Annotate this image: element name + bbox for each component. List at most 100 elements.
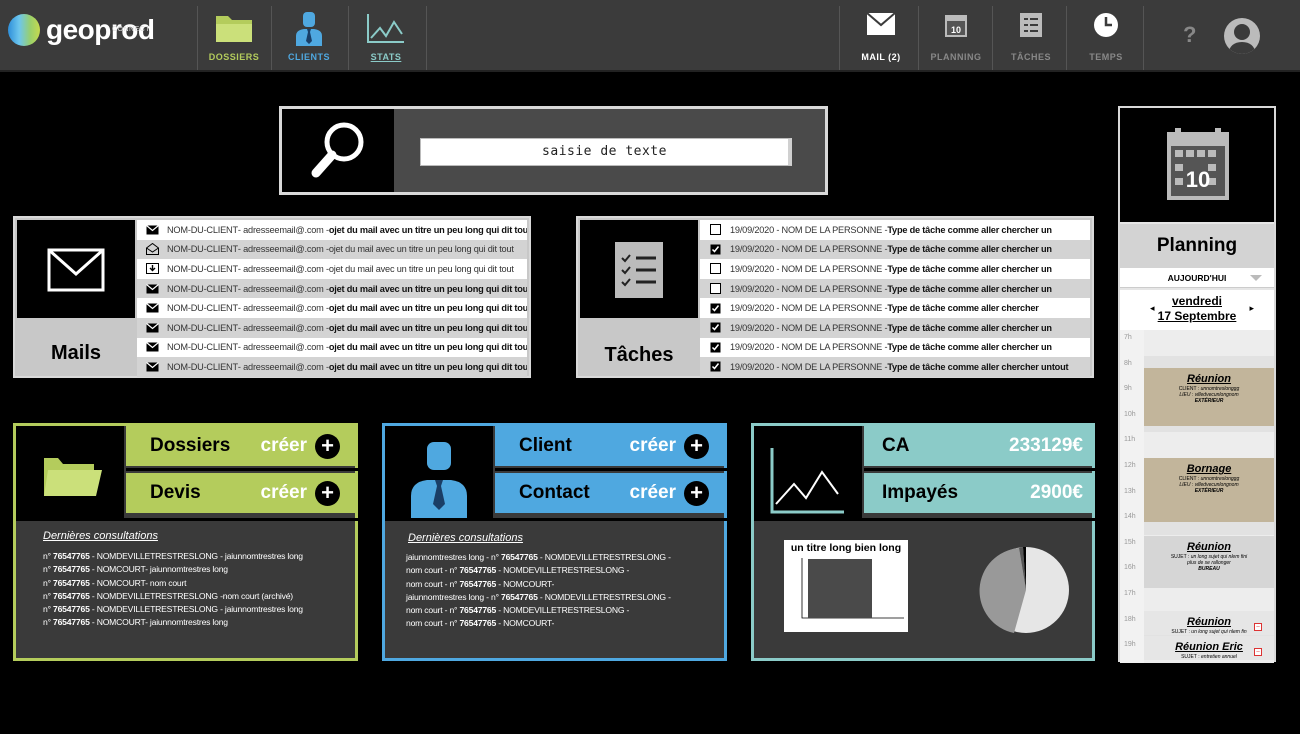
consultation-item[interactable]: nom court - n° 76547765 - NOMCOURT- [406, 578, 671, 591]
planning-sidebar: 10 Planning AUJOURD'HUI ◂ vendredi 17 Se… [1118, 106, 1276, 663]
mail-row[interactable]: NOM-DU-CLIENT - adresseemail@.com - ojet… [137, 317, 527, 338]
ca-bar[interactable]: CA 233129€ [864, 426, 1095, 466]
mini-bar-chart[interactable]: un titre long bien long [784, 540, 908, 632]
consultation-item[interactable]: n° 76547765 - NOMDEVILLETRESTRESLONG - j… [43, 550, 303, 563]
task-row[interactable]: 19/09/2020 - NOM DE LA PERSONNE - Type d… [700, 220, 1090, 240]
create-client-button[interactable]: créer + [630, 433, 709, 459]
mail-client: NOM-DU-CLIENT [167, 322, 238, 333]
mail-row[interactable]: NOM-DU-CLIENT - adresseemail@.com - ojet… [137, 239, 527, 260]
avatar[interactable] [1224, 18, 1260, 54]
consultation-item[interactable]: n° 76547765 - NOMDEVILLETRESTRESLONG -no… [43, 590, 303, 603]
nav-mail[interactable]: MAIL (2) [845, 12, 917, 64]
search-input[interactable]: saisie de texte [420, 138, 792, 166]
task-text: Type de tâche comme aller chercher un [887, 224, 1052, 235]
mail-row[interactable]: NOM-DU-CLIENT - adresseemail@.com - ojet… [137, 220, 527, 240]
task-row[interactable]: 19/09/2020 - NOM DE LA PERSONNE - Type d… [700, 259, 1090, 279]
task-row[interactable]: 19/09/2020 - NOM DE LA PERSONNE - Type d… [700, 239, 1090, 260]
recent-consultations-list: n° 76547765 - NOMDEVILLETRESTRESLONG - j… [43, 550, 303, 630]
next-day-icon[interactable]: ▸ [1249, 301, 1254, 316]
create-dossier-button[interactable]: créer + [261, 433, 340, 459]
taches-icon-box[interactable] [580, 220, 698, 318]
consultation-item[interactable]: nom court - n° 76547765 - NOMDEVILLETRES… [406, 564, 671, 577]
consultation-item[interactable]: n° 76547765 - NOMCOURT- nom court [43, 577, 303, 590]
consultation-item[interactable]: jaiunnomtrestres long - n° 76547765 - NO… [406, 591, 671, 604]
nav-divider [839, 6, 840, 70]
close-icon[interactable]: – [1254, 623, 1262, 631]
mail-row[interactable]: NOM-DU-CLIENT - adresseemail@.com - ojet… [137, 357, 527, 377]
hour-row[interactable]: 11h [1120, 432, 1274, 458]
help-button[interactable]: ? [1183, 22, 1196, 48]
task-row[interactable]: 19/09/2020 - NOM DE LA PERSONNE - Type d… [700, 298, 1090, 318]
checkbox-checked-icon[interactable] [700, 303, 730, 314]
consultation-item[interactable]: nom court - n° 76547765 - NOMCOURT- [406, 617, 671, 630]
dossiers-bar[interactable]: Dossiers créer + [126, 426, 358, 466]
task-meta: 19/09/2020 - NOM DE LA PERSONNE - [730, 342, 888, 353]
create-devis-button[interactable]: créer + [261, 480, 340, 506]
task-row[interactable]: 19/09/2020 - NOM DE LA PERSONNE - Type d… [700, 278, 1090, 299]
consultation-item[interactable]: n° 76547765 - NOMCOURT- jaiunnomtrestres… [43, 616, 303, 629]
checkbox-checked-icon[interactable] [700, 244, 730, 255]
consultation-prefix: n° [43, 604, 54, 615]
event-value: un long sujet qui nlem fin [1191, 629, 1247, 635]
devis-bar[interactable]: Devis créer + [126, 473, 358, 513]
search-icon-box[interactable] [282, 109, 394, 192]
consultation-number: 76547765 [459, 618, 497, 629]
pie-chart[interactable] [978, 542, 1074, 638]
nav-dossiers[interactable]: DOSSIERS [198, 12, 270, 64]
stats-card: CA 233129€ Impayés 2900€ un titre long b… [751, 423, 1095, 661]
plus-icon: + [315, 433, 340, 459]
checkbox-icon[interactable] [700, 224, 730, 236]
mail-row[interactable]: NOM-DU-CLIENT - adresseemail@.com - ojet… [137, 337, 527, 358]
calendar-event[interactable]: Bornage CLIENT : unnomtreslonggg LIEU : vi… [1144, 458, 1274, 522]
task-row[interactable]: 19/09/2020 - NOM DE LA PERSONNE - Type d… [700, 337, 1090, 358]
planning-icon-box[interactable]: 10 [1120, 108, 1274, 222]
checkbox-checked-icon[interactable] [700, 361, 730, 372]
task-row[interactable]: 19/09/2020 - NOM DE LA PERSONNE - Type d… [700, 317, 1090, 338]
hour-row[interactable]: 17h [1120, 585, 1274, 612]
create-contact-button[interactable]: créer + [630, 480, 709, 506]
consultation-item[interactable]: n° 76547765 - NOMCOURT- jaiunnomtrestres… [43, 563, 303, 576]
checkbox-checked-icon[interactable] [700, 342, 730, 353]
mail-closed-icon [137, 303, 167, 313]
mail-row[interactable]: NOM-DU-CLIENT - adresseemail@.com - ojet… [137, 259, 527, 279]
client-bar[interactable]: Client créer + [495, 426, 727, 466]
mail-address: - adresseemail@.com - [237, 361, 329, 372]
prev-day-icon[interactable]: ◂ [1150, 301, 1155, 316]
hour-label: 18h [1120, 611, 1144, 638]
checkbox-icon[interactable] [700, 263, 730, 275]
mail-row[interactable]: NOM-DU-CLIENT - adresseemail@.com - ojet… [137, 278, 527, 299]
mail-subject: ojet du mail avec un titre un peu long q… [328, 263, 514, 274]
task-meta: 19/09/2020 - NOM DE LA PERSONNE - [730, 263, 888, 274]
folder-icon [216, 16, 252, 42]
consultation-item[interactable]: jaiunnomtrestres long - n° 76547765 - NO… [406, 551, 671, 564]
consultation-item[interactable]: nom court - n° 76547765 - NOMDEVILLETRES… [406, 604, 671, 617]
consultation-item[interactable]: n° 76547765 - NOMDEVILLETRESTRESLONG - j… [43, 603, 303, 616]
nav-clients[interactable]: CLIENTS [273, 12, 345, 64]
mail-client: NOM-DU-CLIENT [167, 263, 238, 274]
hour-slot [1144, 585, 1274, 612]
mail-closed-icon [137, 322, 167, 333]
calendar-event[interactable]: Réunion SUJET : un long sujet qui nlem fi… [1144, 536, 1274, 588]
contact-bar[interactable]: Contact créer + [495, 473, 727, 513]
recent-consultations-list: jaiunnomtrestres long - n° 76547765 - NO… [406, 551, 671, 631]
calendar-event[interactable]: Réunion Eric SUJET : entretien annuel – [1144, 636, 1274, 660]
nav-temps[interactable]: TEMPS [1070, 12, 1142, 64]
mail-subject: ojet du mail avec un titre un peu long q… [328, 224, 527, 235]
mails-icon-box[interactable] [17, 220, 135, 318]
checkbox-icon[interactable] [700, 283, 730, 295]
task-text: Type de tâche comme aller chercher un [887, 342, 1052, 353]
consultation-detail: - NOMCOURT- [496, 578, 555, 589]
hour-row[interactable]: 7h [1120, 330, 1274, 356]
impayes-bar[interactable]: Impayés 2900€ [864, 473, 1095, 513]
today-selector[interactable]: AUJOURD'HUI [1120, 268, 1274, 288]
task-row[interactable]: 19/09/2020 - NOM DE LA PERSONNE - Type d… [700, 357, 1090, 377]
nav-stats[interactable]: STATS [350, 12, 422, 64]
calendar-event[interactable]: Réunion CLIENT : unnomtreslonggg LIEU : vi… [1144, 368, 1274, 426]
checkbox-checked-icon[interactable] [700, 322, 730, 333]
calendar-event[interactable]: Réunion SUJET : un long sujet qui nlem fi… [1144, 611, 1274, 635]
mail-row[interactable]: NOM-DU-CLIENT - adresseemail@.com - ojet… [137, 298, 527, 318]
event-title: Réunion [1187, 541, 1231, 553]
nav-taches[interactable]: TÂCHES [995, 12, 1067, 64]
nav-planning[interactable]: 10 PLANNING [920, 12, 992, 64]
close-icon[interactable]: – [1254, 648, 1262, 656]
